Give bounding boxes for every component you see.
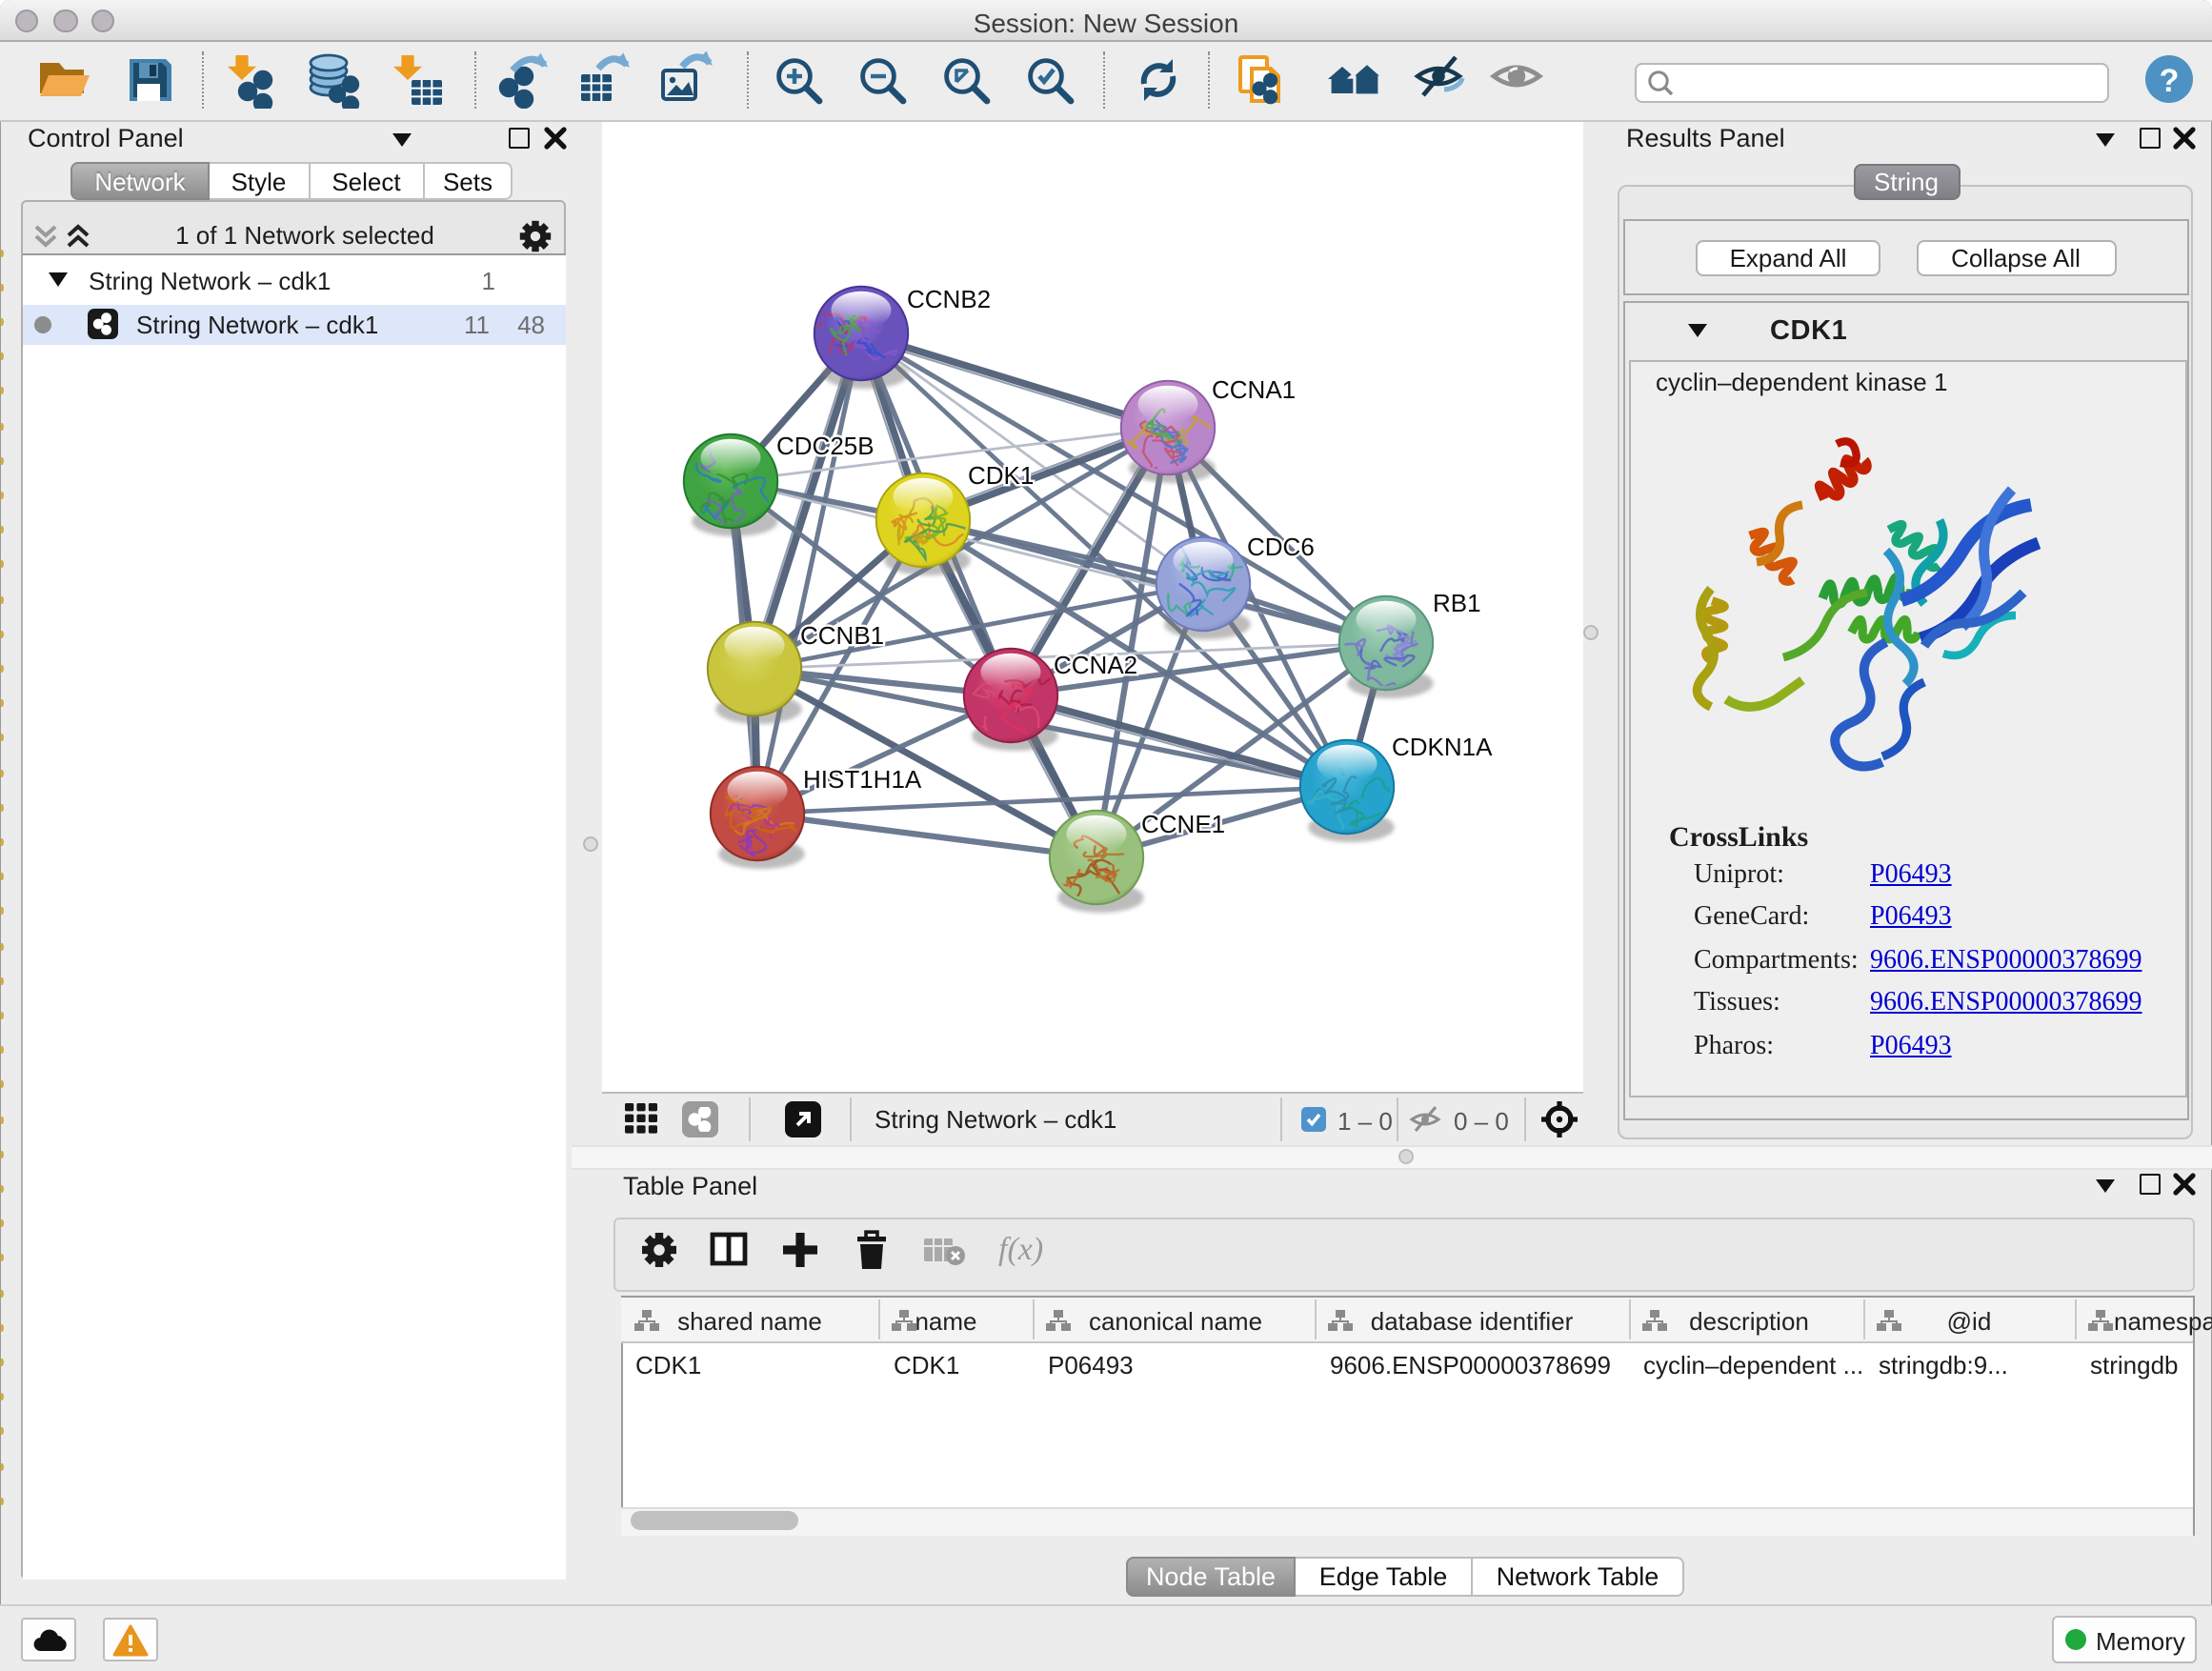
svg-text:CCNA1: CCNA1: [1212, 375, 1296, 404]
svg-text:CDC6: CDC6: [1247, 533, 1315, 561]
svg-text:CCNA2: CCNA2: [1054, 651, 1137, 679]
svg-text:CCNE1: CCNE1: [1141, 810, 1225, 838]
svg-text:CDKN1A: CDKN1A: [1392, 733, 1493, 761]
svg-text:CCNB2: CCNB2: [907, 285, 991, 313]
svg-text:RB1: RB1: [1433, 589, 1481, 617]
svg-text:HIST1H1A: HIST1H1A: [803, 765, 922, 794]
svg-text:CCNB1: CCNB1: [800, 621, 884, 650]
svg-text:CDK1: CDK1: [968, 461, 1034, 490]
svg-text:CDC25B: CDC25B: [776, 432, 875, 460]
